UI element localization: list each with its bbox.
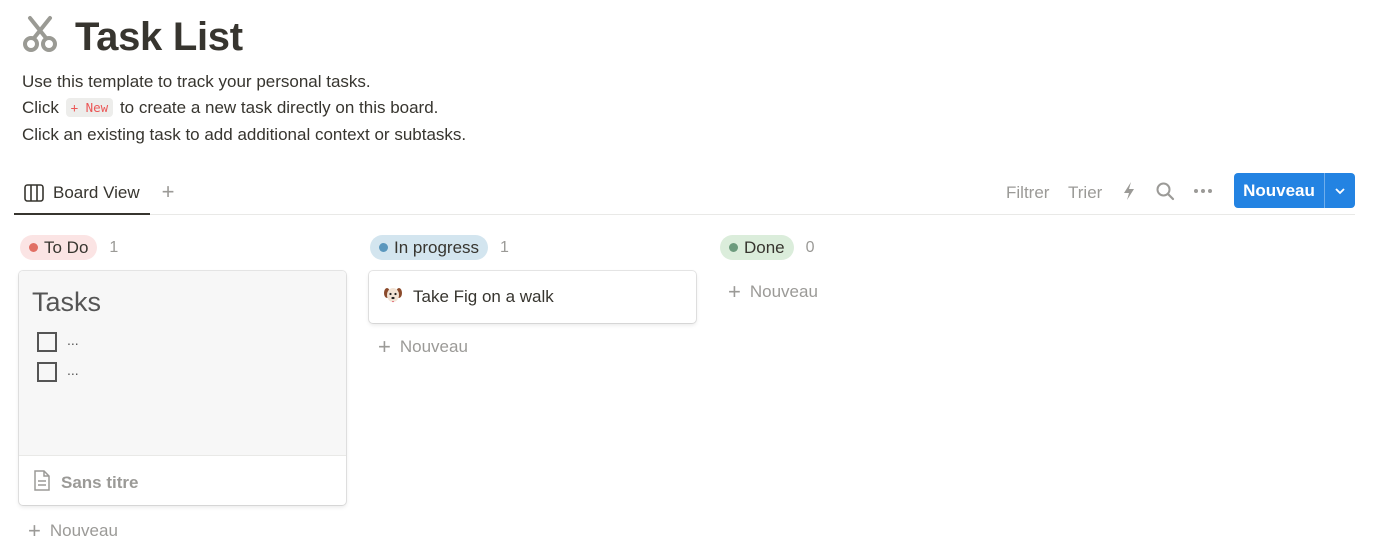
dog-icon bbox=[383, 285, 403, 310]
card-title: Take Fig on a walk bbox=[413, 287, 554, 306]
description-text: to create a new task directly on this bo… bbox=[119, 98, 439, 117]
add-card-button-todo[interactable]: + Nouveau bbox=[28, 518, 118, 543]
group-count: 0 bbox=[805, 238, 815, 256]
card-title: Sans titre bbox=[61, 473, 139, 492]
status-pill[interactable]: In progress bbox=[370, 235, 489, 260]
description-text: Click bbox=[22, 98, 59, 117]
status-dot bbox=[729, 243, 738, 252]
sort-button[interactable]: Trier bbox=[1068, 181, 1102, 205]
plus-icon: + bbox=[28, 518, 41, 543]
tab-board-view[interactable]: Board View bbox=[14, 172, 150, 215]
description-line: Use this template to track your personal… bbox=[22, 72, 371, 91]
checkbox-icon bbox=[37, 362, 57, 382]
cover-item: ... bbox=[67, 332, 79, 348]
add-card-button-done[interactable]: + Nouveau bbox=[728, 279, 818, 304]
group-header-in-progress: In progress 1 bbox=[370, 235, 509, 260]
add-label: Nouveau bbox=[49, 521, 118, 540]
inline-code-new: + New bbox=[65, 98, 114, 117]
checkbox-icon bbox=[37, 332, 57, 352]
group-count: 1 bbox=[109, 238, 119, 256]
card-footer: Sans titre bbox=[33, 470, 138, 496]
group-count: 1 bbox=[500, 238, 509, 256]
status-dot bbox=[29, 243, 38, 252]
scissors-icon[interactable] bbox=[22, 14, 58, 54]
board-card[interactable]: Take Fig on a walk bbox=[369, 271, 696, 323]
status-pill[interactable]: To Do bbox=[20, 235, 98, 260]
add-card-button-in-progress[interactable]: + Nouveau bbox=[378, 334, 468, 359]
filter-button[interactable]: Filtrer bbox=[1006, 181, 1049, 205]
board-view-icon bbox=[24, 183, 44, 202]
plus-icon: + bbox=[378, 334, 391, 359]
cover-item: ... bbox=[67, 362, 79, 378]
cover-title: Tasks bbox=[32, 287, 102, 317]
status-dot bbox=[379, 243, 388, 252]
search-icon[interactable] bbox=[1154, 180, 1176, 202]
plus-icon: + bbox=[728, 279, 741, 304]
description-line: Click an existing task to add additional… bbox=[22, 125, 467, 144]
card-cover: Tasks ... ... bbox=[19, 271, 346, 456]
status-pill[interactable]: Done bbox=[720, 235, 794, 260]
page-icon bbox=[33, 470, 51, 496]
add-label: Nouveau bbox=[749, 282, 818, 301]
page-title[interactable]: Task List bbox=[75, 12, 243, 62]
group-header-todo: To Do 1 bbox=[20, 235, 118, 260]
view-bar: Board View + Filtrer Trier Nouveau bbox=[14, 172, 1355, 215]
chevron-down-icon[interactable] bbox=[1325, 173, 1355, 208]
add-view-icon[interactable]: + bbox=[158, 180, 178, 204]
add-label: Nouveau bbox=[399, 337, 468, 356]
board-card[interactable]: Tasks ... ... Sans titre bbox=[19, 271, 346, 505]
group-header-done: Done 0 bbox=[720, 235, 815, 260]
more-horizontal-icon[interactable] bbox=[1192, 180, 1214, 202]
page-description: Use this template to track your personal… bbox=[22, 69, 466, 148]
new-button-label[interactable]: Nouveau bbox=[1234, 173, 1325, 208]
description-line: Click + New to create a new task directl… bbox=[22, 95, 466, 122]
group-label: To Do bbox=[44, 237, 89, 257]
lightning-icon[interactable] bbox=[1118, 180, 1140, 202]
group-label: Done bbox=[744, 237, 785, 257]
new-button[interactable]: Nouveau bbox=[1234, 173, 1355, 208]
tab-label: Board View bbox=[53, 182, 140, 202]
group-label: In progress bbox=[394, 237, 480, 257]
